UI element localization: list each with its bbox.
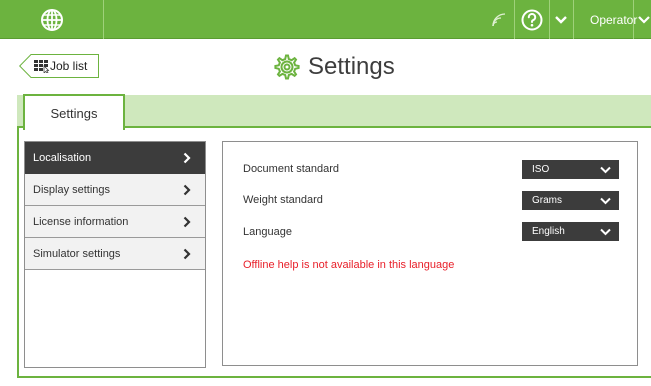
localisation-content: Document standard ISO Weight standard Gr… [222,141,638,366]
help-dropdown-button[interactable] [551,0,571,39]
menu-item-license-information[interactable]: License information [25,206,205,238]
question-circle-icon [521,9,543,30]
chevron-right-icon [183,248,191,259]
chevron-down-icon [637,15,650,24]
help-button[interactable] [519,0,545,39]
settings-menu: Localisation Display settings License in… [24,141,206,368]
page-title-text: Settings [308,53,395,80]
connection-indicator[interactable] [489,0,509,39]
menu-item-label: Localisation [33,151,92,164]
language-select[interactable]: English [522,222,619,241]
language-label: Language [243,226,292,238]
select-value: ISO [532,164,550,175]
topbar-divider [633,0,634,39]
operator-label: Operator [590,12,638,27]
menu-item-label: Display settings [33,183,111,196]
topbar-divider [573,0,574,39]
chevron-right-icon [183,152,191,163]
globe-icon [40,8,63,31]
page-title: Settings [272,50,395,84]
operator-menu[interactable]: Operator [580,0,637,39]
menu-item-localisation[interactable]: Localisation [25,142,205,174]
operator-dropdown-button[interactable] [636,0,651,39]
chevron-down-icon [600,166,611,173]
weight-standard-select[interactable]: Grams [522,191,619,210]
document-standard-select[interactable]: ISO [522,160,619,179]
chevron-right-icon [183,184,191,195]
grid-cursor-icon [34,60,50,73]
chevron-down-icon [600,228,611,235]
chevron-down-icon [555,15,567,24]
home-button[interactable] [0,0,104,39]
tab-settings[interactable]: Settings [23,94,125,130]
select-value: English [532,226,565,237]
menu-item-simulator-settings[interactable]: Simulator settings [25,238,205,270]
menu-item-display-settings[interactable]: Display settings [25,174,205,206]
top-bar: Operator [0,0,651,39]
gear-icon [274,54,300,80]
job-list-back-button[interactable]: Job list [19,54,99,78]
back-button-label: Job list [50,59,88,73]
topbar-divider [549,0,550,39]
chevron-right-icon [183,216,191,227]
topbar-divider [514,0,515,39]
offline-help-warning: Offline help is not available in this la… [243,259,455,271]
menu-item-label: License information [33,215,129,228]
chevron-down-icon [600,197,611,204]
select-value: Grams [532,195,562,206]
menu-item-label: Simulator settings [33,247,121,260]
document-standard-label: Document standard [243,163,339,175]
weight-standard-label: Weight standard [243,194,323,206]
signal-icon [492,12,506,26]
